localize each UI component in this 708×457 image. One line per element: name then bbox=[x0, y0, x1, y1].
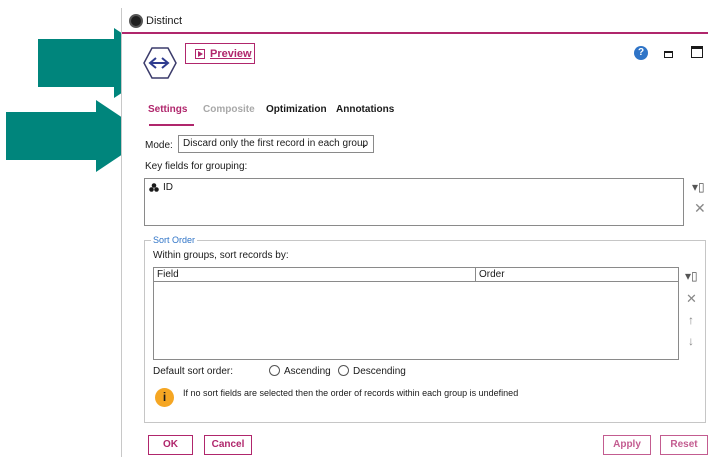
tab-settings[interactable]: Settings bbox=[148, 104, 187, 115]
preview-label: Preview bbox=[210, 47, 252, 60]
tab-annotations[interactable]: Annotations bbox=[336, 104, 394, 115]
default-sort-label: Default sort order: bbox=[153, 366, 234, 377]
preview-button[interactable]: Preview bbox=[185, 43, 255, 64]
play-icon bbox=[195, 48, 205, 59]
field-picker-icon[interactable]: ▾▯ bbox=[692, 180, 705, 194]
help-icon[interactable]: ? bbox=[634, 46, 648, 60]
button-bar: OK Cancel Apply Reset bbox=[122, 433, 708, 457]
distinct-dialog: Distinct Preview ? Settings Composite Op… bbox=[121, 8, 708, 457]
mode-label: Mode: bbox=[145, 140, 173, 151]
tab-optimization[interactable]: Optimization bbox=[266, 104, 327, 115]
reset-button[interactable]: Reset bbox=[660, 435, 708, 455]
chevron-down-icon: ⌄ bbox=[360, 139, 368, 149]
info-message: If no sort fields are selected then the … bbox=[183, 388, 519, 398]
move-down-icon[interactable]: ↓ bbox=[688, 334, 694, 348]
title-bar: Distinct bbox=[122, 8, 708, 34]
key-fields-label: Key fields for grouping: bbox=[145, 161, 248, 172]
move-up-icon[interactable]: ↑ bbox=[688, 313, 694, 327]
column-header-field[interactable]: Field bbox=[154, 268, 476, 282]
tab-composite: Composite bbox=[203, 104, 255, 115]
distinct-node-icon bbox=[143, 47, 177, 79]
key-field-name: ID bbox=[163, 182, 173, 193]
sort-delete-icon[interactable]: ✕ bbox=[686, 291, 697, 307]
key-fields-list[interactable]: ID bbox=[144, 178, 684, 226]
delete-icon[interactable]: ✕ bbox=[694, 200, 706, 217]
mode-value: Discard only the first record in each gr… bbox=[183, 138, 369, 149]
mode-dropdown[interactable]: Discard only the first record in each gr… bbox=[178, 135, 374, 153]
sort-field-picker-icon[interactable]: ▾▯ bbox=[685, 269, 698, 283]
maximize-icon[interactable] bbox=[691, 46, 703, 58]
cancel-button[interactable]: Cancel bbox=[204, 435, 252, 455]
ok-button[interactable]: OK bbox=[148, 435, 193, 455]
ascending-radio[interactable] bbox=[269, 365, 280, 376]
within-groups-label: Within groups, sort records by: bbox=[153, 250, 289, 261]
sort-order-legend: Sort Order bbox=[151, 235, 198, 245]
window-title: Distinct bbox=[146, 15, 183, 27]
descending-label[interactable]: Descending bbox=[353, 366, 406, 377]
nominal-set-icon bbox=[149, 183, 159, 192]
minimize-icon[interactable] bbox=[664, 51, 673, 58]
info-icon: i bbox=[155, 388, 174, 407]
sort-order-group: Sort Order Within groups, sort records b… bbox=[144, 235, 706, 423]
app-logo-icon bbox=[129, 14, 143, 28]
list-item[interactable]: ID bbox=[149, 182, 173, 193]
sort-fields-table[interactable]: Field Order bbox=[153, 267, 679, 360]
column-header-order[interactable]: Order bbox=[476, 268, 678, 282]
descending-radio[interactable] bbox=[338, 365, 349, 376]
apply-button[interactable]: Apply bbox=[603, 435, 651, 455]
ascending-label[interactable]: Ascending bbox=[284, 366, 331, 377]
active-tab-indicator bbox=[149, 124, 194, 126]
